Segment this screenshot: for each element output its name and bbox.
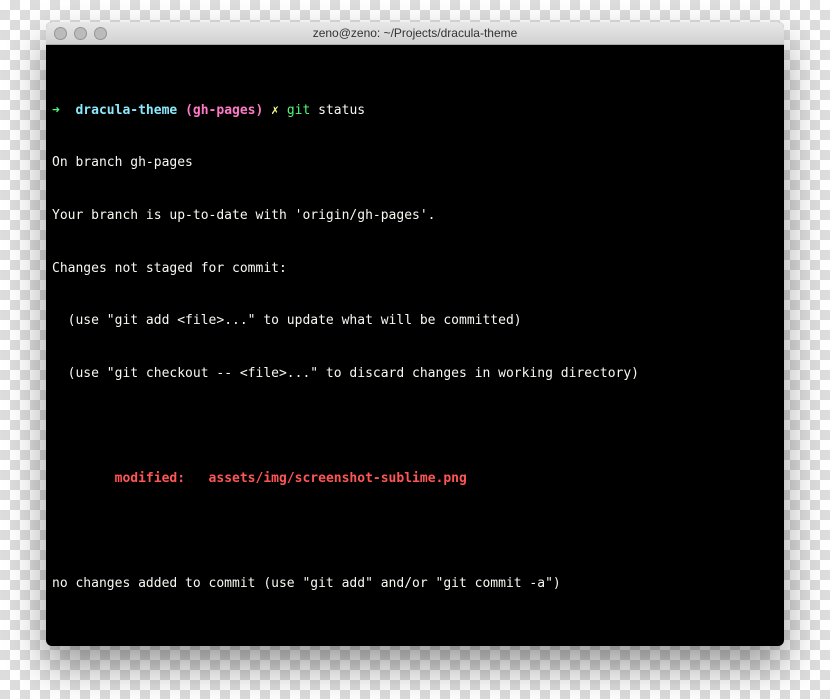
prompt-arrow-icon: ➜ (52, 103, 60, 118)
minimize-icon[interactable] (74, 27, 87, 40)
prompt-dir: dracula-theme (75, 103, 177, 118)
titlebar[interactable]: zeno@zeno: ~/Projects/dracula-theme (46, 22, 784, 45)
output-line: (use "git checkout -- <file>..." to disc… (52, 365, 778, 383)
terminal-window: zeno@zeno: ~/Projects/dracula-theme ➜ dr… (46, 22, 784, 646)
terminal-content[interactable]: ➜ dracula-theme (gh-pages) ✗ git status … (46, 45, 784, 646)
blank-line (52, 523, 778, 541)
output-modified: modified: assets/img/screenshot-sublime.… (52, 470, 778, 488)
blank-line (52, 417, 778, 435)
zoom-icon[interactable] (94, 27, 107, 40)
output-line: Your branch is up-to-date with 'origin/g… (52, 207, 778, 225)
output-line: On branch gh-pages (52, 154, 778, 172)
modified-label: modified: (52, 471, 209, 486)
branch-open: ( (185, 103, 193, 118)
dirty-icon: ✗ (271, 103, 279, 118)
modified-file: assets/img/screenshot-sublime.png (209, 471, 467, 486)
prompt-branch: gh-pages (193, 103, 256, 118)
output-line: (use "git add <file>..." to update what … (52, 312, 778, 330)
branch-close: ) (256, 103, 264, 118)
output-line: Changes not staged for commit: (52, 260, 778, 278)
prompt-line: ➜ dracula-theme (gh-pages) ✗ git status (52, 102, 778, 120)
output-line: no changes added to commit (use "git add… (52, 575, 778, 593)
window-title: zeno@zeno: ~/Projects/dracula-theme (46, 26, 784, 40)
cmd-rest: status (310, 103, 365, 118)
cmd-git: git (287, 103, 310, 118)
close-icon[interactable] (54, 27, 67, 40)
traffic-lights (46, 27, 107, 40)
